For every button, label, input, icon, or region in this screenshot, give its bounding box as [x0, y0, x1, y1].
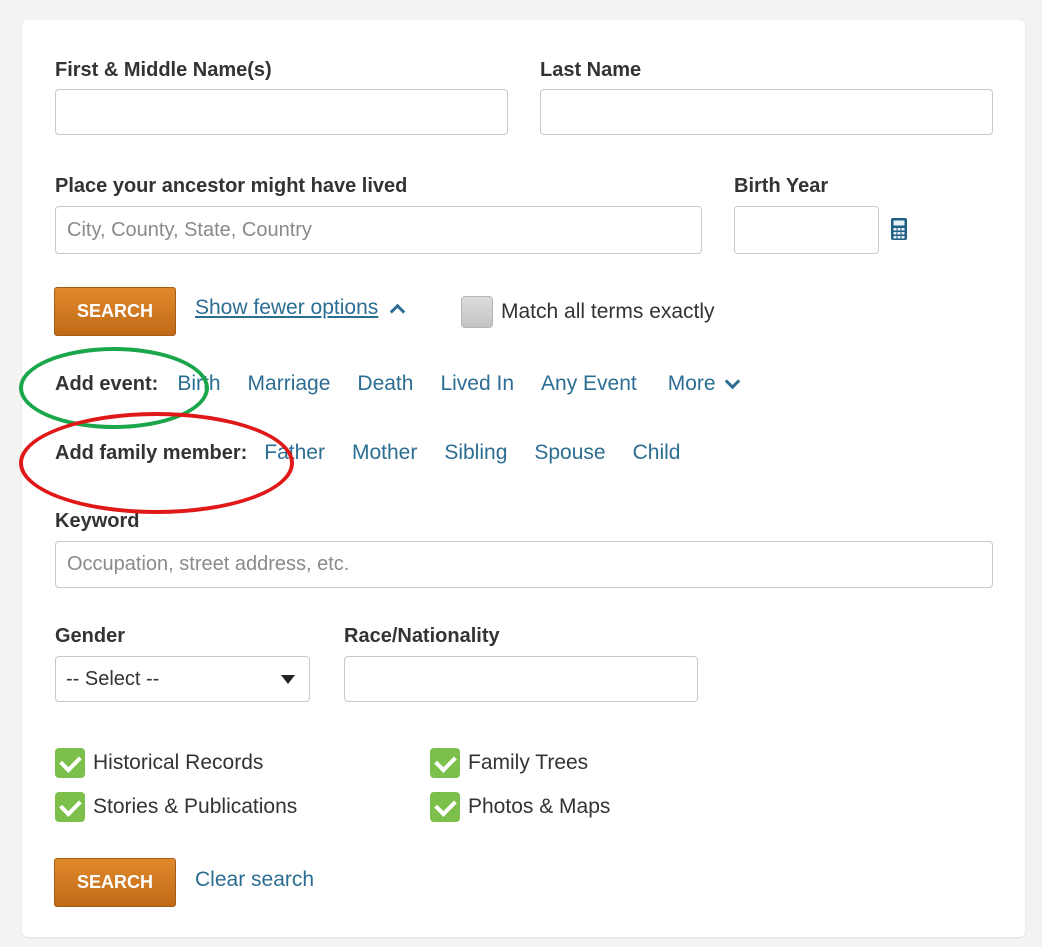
- add-event-label: Add event:: [55, 372, 159, 395]
- birth-year-label: Birth Year: [734, 175, 829, 197]
- caret-down-icon: [281, 674, 295, 684]
- gender-select[interactable]: -- Select --: [55, 656, 310, 702]
- chevron-up-icon: [390, 303, 406, 319]
- search-button-bottom[interactable]: SEARCH: [54, 858, 176, 907]
- last-name-input[interactable]: [540, 89, 993, 135]
- first-name-label: First & Middle Name(s): [55, 59, 272, 81]
- add-family-row: Add family member: Father Mother Sibling…: [55, 441, 680, 465]
- event-any-event-link[interactable]: Any Event: [541, 372, 637, 396]
- more-link[interactable]: More: [668, 372, 716, 396]
- calculator-icon[interactable]: [890, 217, 908, 241]
- first-name-input[interactable]: [55, 89, 508, 135]
- gender-selected-value: -- Select --: [66, 667, 160, 690]
- checkmark-icon[interactable]: [55, 748, 85, 778]
- clear-search-link[interactable]: Clear search: [195, 868, 314, 892]
- event-death-link[interactable]: Death: [357, 372, 413, 396]
- collection-label: Stories & Publications: [93, 795, 298, 818]
- family-child-link[interactable]: Child: [633, 441, 681, 465]
- match-exact-label: Match all terms exactly: [501, 300, 715, 323]
- race-label: Race/Nationality: [344, 625, 500, 647]
- place-label: Place your ancestor might have lived: [55, 175, 408, 197]
- collection-stories-publications[interactable]: Stories & Publications: [55, 792, 297, 822]
- place-input[interactable]: [55, 206, 702, 254]
- chevron-down-icon: [724, 373, 740, 389]
- family-sibling-link[interactable]: Sibling: [444, 441, 507, 465]
- match-exact-control[interactable]: Match all terms exactly: [461, 296, 715, 328]
- checkmark-icon[interactable]: [55, 792, 85, 822]
- family-father-link[interactable]: Father: [264, 441, 325, 465]
- add-family-label: Add family member:: [55, 441, 248, 464]
- last-name-label: Last Name: [540, 59, 642, 81]
- keyword-label: Keyword: [55, 510, 140, 532]
- search-form-card: First & Middle Name(s) Last Name Place y…: [22, 20, 1025, 937]
- event-lived-in-link[interactable]: Lived In: [440, 372, 514, 396]
- more-events[interactable]: More: [668, 372, 740, 396]
- family-mother-link[interactable]: Mother: [352, 441, 417, 465]
- show-fewer-options[interactable]: Show fewer options: [195, 296, 406, 320]
- race-input[interactable]: [344, 656, 698, 702]
- event-marriage-link[interactable]: Marriage: [248, 372, 331, 396]
- collection-historical-records[interactable]: Historical Records: [55, 748, 263, 778]
- search-button[interactable]: SEARCH: [54, 287, 176, 336]
- show-fewer-link[interactable]: Show fewer options: [195, 296, 378, 320]
- collection-label: Family Trees: [468, 751, 589, 774]
- collection-photos-maps[interactable]: Photos & Maps: [430, 792, 610, 822]
- collection-label: Historical Records: [93, 751, 264, 774]
- collection-label: Photos & Maps: [468, 795, 611, 818]
- family-spouse-link[interactable]: Spouse: [534, 441, 605, 465]
- checkmark-icon[interactable]: [430, 792, 460, 822]
- birth-year-input[interactable]: [734, 206, 879, 254]
- checkmark-icon[interactable]: [430, 748, 460, 778]
- gender-label: Gender: [55, 625, 126, 647]
- keyword-input[interactable]: [55, 541, 993, 588]
- event-birth-link[interactable]: Birth: [177, 372, 220, 396]
- add-event-row: Add event: Birth Marriage Death Lived In…: [55, 372, 740, 396]
- collection-family-trees[interactable]: Family Trees: [430, 748, 588, 778]
- match-exact-checkbox[interactable]: [461, 296, 493, 328]
